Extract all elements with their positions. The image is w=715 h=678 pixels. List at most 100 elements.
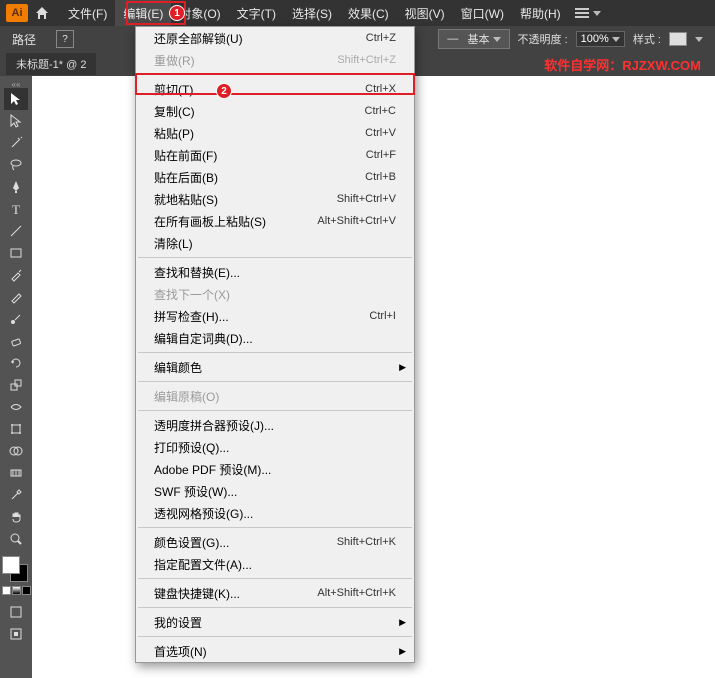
menu-item-label: 就地粘贴(S) bbox=[154, 191, 337, 208]
menu-item-x: 查找下一个(X) bbox=[136, 283, 414, 305]
menu-item-f[interactable]: 贴在前面(F)Ctrl+F bbox=[136, 144, 414, 166]
menu-item-label: SWF 预设(W)... bbox=[154, 483, 396, 500]
menu-type[interactable]: 文字(T) bbox=[229, 0, 284, 26]
style-label: 样式 : bbox=[633, 31, 661, 47]
menu-item-p[interactable]: 粘贴(P)Ctrl+V bbox=[136, 122, 414, 144]
menu-item-d[interactable]: 编辑自定词典(D)... bbox=[136, 327, 414, 349]
menu-view[interactable]: 视图(V) bbox=[397, 0, 453, 26]
menu-item-a[interactable]: 指定配置文件(A)... bbox=[136, 553, 414, 575]
eraser-tool[interactable] bbox=[4, 330, 28, 352]
menu-item-label: 颜色设置(G)... bbox=[154, 534, 337, 551]
menu-item-n[interactable]: 首选项(N)▶ bbox=[136, 640, 414, 662]
lasso-tool[interactable] bbox=[4, 154, 28, 176]
direct-selection-tool[interactable] bbox=[4, 110, 28, 132]
menu-item-shortcut: Alt+Shift+Ctrl+V bbox=[317, 215, 396, 227]
menu-item-swfw[interactable]: SWF 预设(W)... bbox=[136, 480, 414, 502]
gradient-tool[interactable] bbox=[4, 462, 28, 484]
menu-item-shortcut: Ctrl+V bbox=[365, 127, 396, 139]
paintbrush-tool[interactable] bbox=[4, 264, 28, 286]
panel-grip-icon[interactable]: «« bbox=[0, 80, 32, 88]
type-tool[interactable]: T bbox=[4, 198, 28, 220]
menu-window[interactable]: 窗口(W) bbox=[453, 0, 512, 26]
watermark-text: 软件自学网：RJZXW.COM bbox=[544, 55, 709, 74]
fill-stroke-swatch[interactable] bbox=[2, 556, 30, 584]
menu-separator bbox=[138, 352, 412, 353]
menu-item-label: 透明度拼合器预设(J)... bbox=[154, 417, 396, 434]
menu-item-label: 我的设置 bbox=[154, 614, 396, 631]
document-tab[interactable]: 未标题-1* @ 2 bbox=[6, 53, 96, 75]
selection-tool[interactable] bbox=[4, 88, 28, 110]
line-tool[interactable] bbox=[4, 220, 28, 242]
rectangle-tool[interactable] bbox=[4, 242, 28, 264]
menu-item-o: 编辑原稿(O) bbox=[136, 385, 414, 407]
help-icon[interactable]: ? bbox=[56, 30, 74, 48]
menu-file[interactable]: 文件(F) bbox=[60, 0, 115, 26]
menu-item-g[interactable]: 颜色设置(G)...Shift+Ctrl+K bbox=[136, 531, 414, 553]
menu-item-shortcut: Ctrl+F bbox=[366, 149, 396, 161]
screen-mode-tool[interactable] bbox=[4, 601, 28, 623]
menu-select[interactable]: 选择(S) bbox=[284, 0, 340, 26]
blob-brush-tool[interactable] bbox=[4, 308, 28, 330]
menu-item-t[interactable]: 剪切(T)Ctrl+X bbox=[136, 78, 414, 100]
menu-item-s[interactable]: 就地粘贴(S)Shift+Ctrl+V bbox=[136, 188, 414, 210]
menu-item-q[interactable]: 打印预设(Q)... bbox=[136, 436, 414, 458]
zoom-tool[interactable] bbox=[4, 528, 28, 550]
stroke-profile-dropdown[interactable]: — 基本 bbox=[438, 29, 509, 49]
menu-item-label: 键盘快捷键(K)... bbox=[154, 585, 317, 602]
menu-item-s[interactable]: 在所有画板上粘贴(S)Alt+Shift+Ctrl+V bbox=[136, 210, 414, 232]
menu-item-label: 贴在后面(B) bbox=[154, 169, 365, 186]
menu-help[interactable]: 帮助(H) bbox=[512, 0, 569, 26]
hand-tool[interactable] bbox=[4, 506, 28, 528]
menu-item-h[interactable]: 拼写检查(H)...Ctrl+I bbox=[136, 305, 414, 327]
menu-item-j[interactable]: 透明度拼合器预设(J)... bbox=[136, 414, 414, 436]
menu-item-label: 贴在前面(F) bbox=[154, 147, 366, 164]
submenu-arrow-icon: ▶ bbox=[399, 617, 406, 628]
scale-tool[interactable] bbox=[4, 374, 28, 396]
menu-separator bbox=[138, 607, 412, 608]
menu-item-[interactable]: 编辑颜色▶ bbox=[136, 356, 414, 378]
menu-item-l[interactable]: 清除(L) bbox=[136, 232, 414, 254]
menu-item-u[interactable]: 还原全部解锁(U)Ctrl+Z bbox=[136, 27, 414, 49]
menu-item-adobepdfm[interactable]: Adobe PDF 预设(M)... bbox=[136, 458, 414, 480]
menu-item-label: 首选项(N) bbox=[154, 643, 396, 660]
style-swatch[interactable] bbox=[669, 32, 687, 46]
menu-separator bbox=[138, 527, 412, 528]
annotation-badge-2: 2 bbox=[216, 83, 232, 99]
magic-wand-tool[interactable] bbox=[4, 132, 28, 154]
menu-item-shortcut: Ctrl+X bbox=[365, 83, 396, 95]
menu-separator bbox=[138, 257, 412, 258]
opacity-input[interactable]: 100% bbox=[576, 31, 625, 47]
menu-effect[interactable]: 效果(C) bbox=[340, 0, 397, 26]
pencil-tool[interactable] bbox=[4, 286, 28, 308]
rotate-tool[interactable] bbox=[4, 352, 28, 374]
menu-item-[interactable]: 我的设置▶ bbox=[136, 611, 414, 633]
submenu-arrow-icon: ▶ bbox=[399, 646, 406, 657]
menu-item-label: 查找下一个(X) bbox=[154, 286, 396, 303]
menu-item-label: 重做(R) bbox=[154, 52, 337, 69]
menu-item-c[interactable]: 复制(C)Ctrl+C bbox=[136, 100, 414, 122]
menu-item-label: 剪切(T) bbox=[154, 81, 365, 98]
menu-edit[interactable]: 编辑(E) bbox=[115, 0, 171, 26]
menu-separator bbox=[138, 636, 412, 637]
svg-text:T: T bbox=[12, 202, 20, 216]
tool-panel: «« T bbox=[0, 76, 32, 678]
eyedropper-tool[interactable] bbox=[4, 484, 28, 506]
menu-item-b[interactable]: 贴在后面(B)Ctrl+B bbox=[136, 166, 414, 188]
free-transform-tool[interactable] bbox=[4, 418, 28, 440]
menu-overflow-icon[interactable] bbox=[575, 8, 601, 18]
menu-item-label: 粘贴(P) bbox=[154, 125, 365, 142]
home-icon[interactable] bbox=[34, 5, 50, 21]
menu-separator bbox=[138, 381, 412, 382]
pen-tool[interactable] bbox=[4, 176, 28, 198]
menu-item-label: 查找和替换(E)... bbox=[154, 264, 396, 281]
width-tool[interactable] bbox=[4, 396, 28, 418]
menu-item-label: 还原全部解锁(U) bbox=[154, 30, 366, 47]
menu-item-shortcut: Shift+Ctrl+V bbox=[337, 193, 396, 205]
shape-builder-tool[interactable] bbox=[4, 440, 28, 462]
menu-item-label: 编辑颜色 bbox=[154, 359, 396, 376]
color-mode-row[interactable] bbox=[2, 586, 31, 595]
menu-item-g[interactable]: 透视网格预设(G)... bbox=[136, 502, 414, 524]
menu-item-e[interactable]: 查找和替换(E)... bbox=[136, 261, 414, 283]
menu-item-k[interactable]: 键盘快捷键(K)...Alt+Shift+Ctrl+K bbox=[136, 582, 414, 604]
draw-mode-tool[interactable] bbox=[4, 623, 28, 645]
